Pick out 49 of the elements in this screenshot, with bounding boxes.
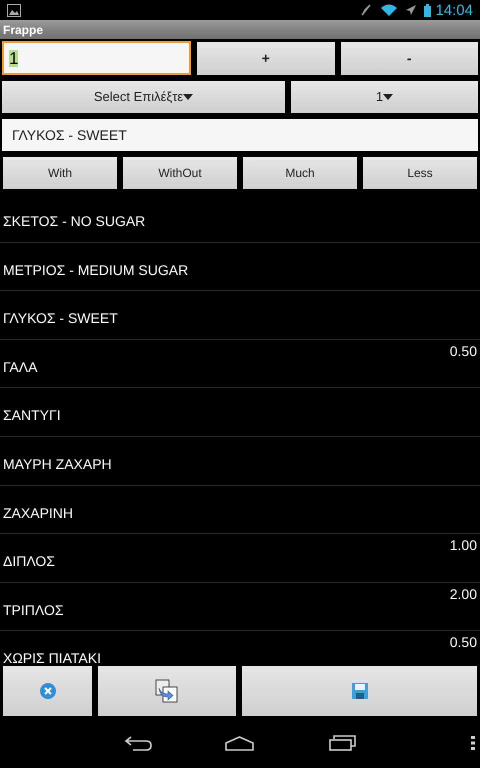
overflow-menu-icon[interactable] (471, 736, 475, 750)
list-item[interactable]: 0.50 ΓΑΛΑ (0, 340, 480, 388)
plus-button[interactable]: + (197, 42, 334, 75)
item-name: ΤΡΙΠΛΟΣ (3, 602, 64, 617)
item-name: ΓΑΛΑ (3, 360, 38, 374)
modifier-button[interactable]: Much (243, 157, 357, 189)
item-name: ΜΕΤΡΙΟΣ - MEDIUM SUGAR (3, 262, 190, 277)
dropdown[interactable]: 1 (291, 81, 478, 113)
item-price: 0.50 (450, 635, 477, 650)
minus-button[interactable]: - (340, 42, 478, 75)
dropdown-arrow-icon (183, 94, 194, 100)
list-item[interactable]: ΣΑΝΤΥΓΙ (0, 388, 480, 437)
modifier-button[interactable]: With (3, 157, 117, 189)
item-name: ΓΛΥΚΟΣ - SWEET (3, 311, 119, 326)
list-item[interactable]: ΖΑΧΑΡΙΝΗ (0, 486, 480, 534)
list-item[interactable]: ΓΛΥΚΟΣ - SWEET (0, 291, 480, 340)
item-name: ΧΩΡΙΣ ΠΙΑΤΑΚΙ (3, 651, 102, 666)
list-item[interactable]: 2.00 ΤΡΙΠΛΟΣ (0, 582, 480, 632)
item-name: ΜΑΥΡΗ ΖΑΧΑΡΗ (3, 456, 113, 471)
wifi-icon (381, 4, 398, 16)
modifier-button[interactable]: WithOut (123, 157, 237, 189)
list-item[interactable]: ΜΑΥΡΗ ΖΑΧΑΡΗ (0, 436, 480, 486)
battery-icon (424, 4, 432, 16)
quantity-field[interactable]: 1 (2, 41, 191, 75)
dropdown-arrow-icon (383, 94, 394, 100)
modifier-button[interactable]: Less (363, 157, 477, 189)
dropdown[interactable]: Select Επιλέξτε (2, 81, 285, 113)
item-name: ΣΚΕΤΟΣ - NO SUGAR (3, 214, 146, 228)
item-price: 0.50 (450, 344, 477, 358)
copy-button[interactable] (98, 666, 236, 716)
documents-arrow-icon (155, 679, 179, 703)
list-item[interactable]: ΜΕΤΡΙΟΣ - MEDIUM SUGAR (0, 242, 480, 292)
list-item[interactable]: 1.00 ΔΙΠΛΟΣ (0, 534, 480, 583)
airplane-icon (405, 4, 418, 16)
item-name: ΔΙΠΛΟΣ (3, 554, 56, 568)
item-price: 1.00 (450, 538, 477, 552)
image-icon (7, 4, 21, 16)
close-icon (40, 683, 56, 699)
recent-apps-icon[interactable] (329, 735, 356, 751)
window-title: Frappe (3, 22, 44, 38)
selected-text-field[interactable]: ΓΛΥΚΟΣ - SWEET (2, 119, 478, 151)
status-time: 14:04 (435, 2, 473, 18)
list-item[interactable]: ΣΚΕΤΟΣ - NO SUGAR (0, 194, 480, 243)
item-name: ΣΑΝΤΥΓΙ (3, 408, 62, 422)
home-icon[interactable] (225, 736, 254, 750)
item-name: ΖΑΧΑΡΙΝΗ (3, 506, 74, 520)
cancel-button[interactable] (3, 666, 92, 716)
item-price: 2.00 (450, 586, 477, 601)
back-icon[interactable] (125, 735, 152, 751)
